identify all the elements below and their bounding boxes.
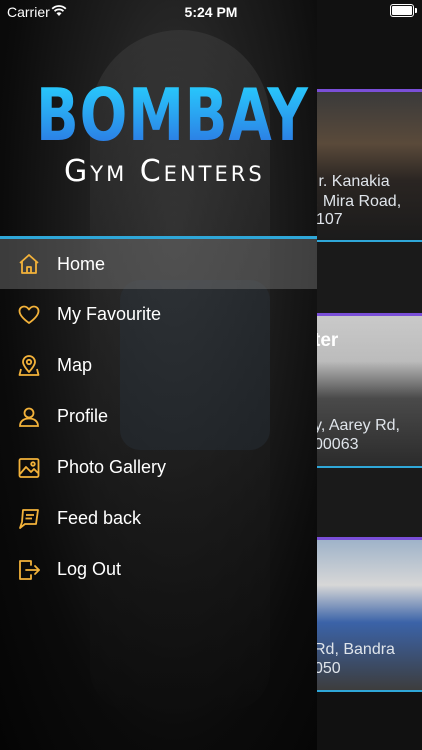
menu-item-photo-gallery[interactable]: Photo Gallery: [0, 442, 317, 493]
gym-card-address: 107: [316, 211, 343, 228]
card-divider: [310, 690, 422, 692]
feedback-icon: [19, 508, 39, 529]
gym-card-address: , Mira Road,: [314, 193, 402, 210]
menu-item-label: Map: [57, 355, 93, 375]
menu-item-log-out[interactable]: Log Out: [0, 544, 317, 595]
map-pin-icon: [18, 354, 40, 376]
gym-card-address: y, Aarey Rd,: [314, 417, 400, 434]
app-logo-title: BOMBAY: [36, 73, 309, 157]
gym-card-2[interactable]: ter y, Aarey Rd, 00063: [310, 316, 422, 466]
menu-item-label: Profile: [57, 406, 109, 426]
home-icon: [19, 254, 39, 274]
logout-icon: [19, 559, 40, 580]
gym-card-address: Ir. Kanakia: [314, 173, 390, 190]
drawer-menu: Home My Favourite Map Profile Photo Gall…: [0, 239, 317, 595]
menu-item-label: Photo Gallery: [57, 457, 167, 477]
app-logo-subtitle: Gym Centers: [64, 154, 265, 189]
gym-card-title: ter: [314, 330, 339, 351]
image-icon: [18, 457, 40, 478]
menu-item-label: Home: [57, 253, 106, 274]
menu-item-map[interactable]: Map: [0, 340, 317, 391]
menu-item-label: Log Out: [57, 559, 122, 579]
gym-card-1[interactable]: Ir. Kanakia , Mira Road, 107: [310, 92, 422, 240]
menu-item-profile[interactable]: Profile: [0, 391, 317, 442]
menu-item-feed-back[interactable]: Feed back: [0, 493, 317, 544]
clock: 5:24 PM: [184, 4, 238, 20]
gym-card-address: 050: [314, 660, 341, 677]
menu-item-label: Feed back: [57, 508, 142, 528]
menu-item-my-favourite[interactable]: My Favourite: [0, 289, 317, 340]
menu-item-home[interactable]: Home: [0, 239, 317, 289]
status-bar: Carrier 5:24 PM: [0, 0, 422, 24]
card-spacer: [310, 242, 422, 314]
battery-icon: [390, 4, 417, 17]
card-spacer: [310, 468, 422, 538]
menu-item-label: My Favourite: [57, 304, 162, 324]
gym-card-address: Rd, Bandra: [314, 641, 395, 658]
user-icon: [19, 407, 39, 427]
side-drawer: BOMBAY Gym Centers Home My Favourite Map: [0, 0, 317, 750]
heart-icon: [18, 305, 40, 324]
gym-card-address: 00063: [314, 436, 359, 453]
gym-card-3[interactable]: Rd, Bandra 050: [310, 540, 422, 690]
